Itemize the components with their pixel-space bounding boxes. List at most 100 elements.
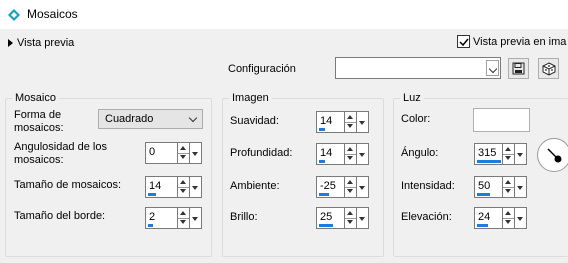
elevation-spinner[interactable]: 24	[474, 207, 527, 229]
intensity-value: 50	[478, 180, 491, 192]
elevation-dropdown[interactable]	[515, 207, 527, 229]
dice-icon	[542, 61, 555, 76]
window-title: Mosaicos	[27, 7, 78, 21]
smoothness-up-down[interactable]	[345, 111, 357, 133]
angle-up-down[interactable]	[503, 143, 515, 165]
mosaico-group-title: Mosaico	[12, 92, 59, 104]
tile-shape-label-1: Forma de	[14, 109, 62, 121]
elevation-label: Elevación:	[401, 211, 452, 223]
angularity-label-1: Angulosidad de los	[14, 141, 107, 153]
brightness-dropdown[interactable]	[357, 207, 369, 229]
ambient-input[interactable]: -25	[316, 176, 345, 198]
preview-checkbox-row[interactable]: Vista previa en ima	[457, 35, 566, 48]
tile-size-spinner[interactable]: 14	[145, 176, 202, 198]
ambient-level	[319, 193, 329, 196]
save-button[interactable]	[508, 58, 529, 79]
elevation-input[interactable]: 24	[474, 207, 503, 229]
tile-size-up-down[interactable]	[178, 176, 190, 198]
chevron-down-icon	[188, 113, 198, 123]
border-size-input[interactable]: 2	[145, 207, 178, 229]
angle-input[interactable]: 315	[474, 143, 503, 165]
smoothness-dropdown[interactable]	[357, 111, 369, 133]
depth-dropdown[interactable]	[357, 143, 369, 165]
elevation-up-down[interactable]	[503, 207, 515, 229]
light-color-swatch[interactable]	[473, 108, 530, 132]
angle-dropdown[interactable]	[515, 143, 527, 165]
intensity-level	[477, 193, 490, 196]
angle-dial[interactable]	[537, 138, 568, 172]
tile-size-input[interactable]: 14	[145, 176, 178, 198]
app-icon	[8, 9, 20, 21]
angularity-label-2: mosaicos:	[14, 154, 64, 166]
ambient-label: Ambiente:	[230, 180, 280, 192]
random-button[interactable]	[538, 58, 559, 79]
angle-label: Ángulo:	[401, 147, 439, 159]
preview-checkbox[interactable]	[457, 35, 470, 48]
dial-pointer-icon	[547, 148, 562, 163]
depth-up-down[interactable]	[345, 143, 357, 165]
save-icon	[512, 62, 525, 75]
smoothness-level	[319, 128, 325, 131]
angularity-up-down[interactable]	[178, 142, 190, 164]
config-label: Configuración	[228, 63, 296, 75]
angle-spinner[interactable]: 315	[474, 143, 527, 165]
tile-size-value: 14	[149, 180, 162, 192]
preview-checkbox-label: Vista previa en ima	[473, 35, 567, 48]
angularity-dropdown[interactable]	[190, 142, 202, 164]
depth-value: 14	[320, 147, 333, 159]
brightness-label: Brillo:	[230, 211, 258, 223]
mosaico-group: Mosaico Forma de mosaicos: Cuadrado Angu…	[5, 92, 212, 257]
border-size-label: Tamaño del borde:	[14, 210, 106, 222]
angle-value: 315	[478, 147, 497, 159]
smoothness-input[interactable]: 14	[316, 111, 345, 133]
intensity-dropdown[interactable]	[515, 176, 527, 198]
depth-input[interactable]: 14	[316, 143, 345, 165]
border-size-value: 2	[149, 211, 156, 223]
brightness-input[interactable]: 25	[316, 207, 345, 229]
toolbar: Vista previa Vista previa en ima Configu…	[0, 29, 568, 84]
intensity-up-down[interactable]	[503, 176, 515, 198]
depth-spinner[interactable]: 14	[316, 143, 369, 165]
brightness-spinner[interactable]: 25	[316, 207, 369, 229]
border-size-spinner[interactable]: 2	[145, 207, 202, 229]
depth-level	[319, 160, 325, 163]
tile-size-dropdown[interactable]	[190, 176, 202, 198]
depth-label: Profundidad:	[230, 147, 293, 159]
intensity-input[interactable]: 50	[474, 176, 503, 198]
tile-size-label: Tamaño de mosaicos:	[14, 179, 121, 191]
smoothness-value: 14	[320, 115, 333, 127]
elevation-value: 24	[478, 211, 491, 223]
ambient-up-down[interactable]	[345, 176, 357, 198]
luz-group: Luz Color: Ángulo: 315 Intensidad: 50 El…	[393, 92, 568, 257]
brightness-value: 25	[320, 211, 333, 223]
preview-toggle-label: Vista previa	[17, 37, 75, 49]
config-select[interactable]	[335, 57, 501, 79]
settings-panel: Mosaico Forma de mosaicos: Cuadrado Angu…	[0, 84, 568, 263]
smoothness-spinner[interactable]: 14	[316, 111, 369, 133]
ambient-dropdown[interactable]	[357, 176, 369, 198]
luz-group-title: Luz	[400, 92, 424, 104]
elevation-level	[477, 224, 488, 227]
preview-toggle[interactable]: Vista previa	[8, 37, 74, 49]
intensity-spinner[interactable]: 50	[474, 176, 527, 198]
ambient-spinner[interactable]: -25	[316, 176, 369, 198]
tile-shape-label-2: mosaicos:	[14, 122, 64, 134]
border-size-level	[148, 224, 153, 227]
imagen-group: Imagen Suavidad: 14 Profundidad: 14 Ambi…	[222, 92, 384, 257]
angle-level	[477, 160, 501, 163]
smoothness-label: Suavidad:	[230, 115, 279, 127]
border-size-dropdown[interactable]	[190, 207, 202, 229]
angularity-spinner[interactable]: 0	[145, 142, 202, 164]
brightness-level	[319, 224, 333, 227]
brightness-up-down[interactable]	[345, 207, 357, 229]
intensity-label: Intensidad:	[401, 180, 455, 192]
checkmark-icon	[459, 38, 469, 47]
angularity-value: 0	[149, 146, 156, 158]
tile-size-level	[148, 193, 156, 196]
angularity-input[interactable]: 0	[145, 142, 178, 164]
title-bar: Mosaicos	[0, 0, 568, 29]
expand-arrow-icon	[8, 39, 13, 47]
tile-shape-select[interactable]: Cuadrado	[98, 109, 203, 129]
ambient-value: -25	[320, 180, 336, 192]
border-size-up-down[interactable]	[178, 207, 190, 229]
